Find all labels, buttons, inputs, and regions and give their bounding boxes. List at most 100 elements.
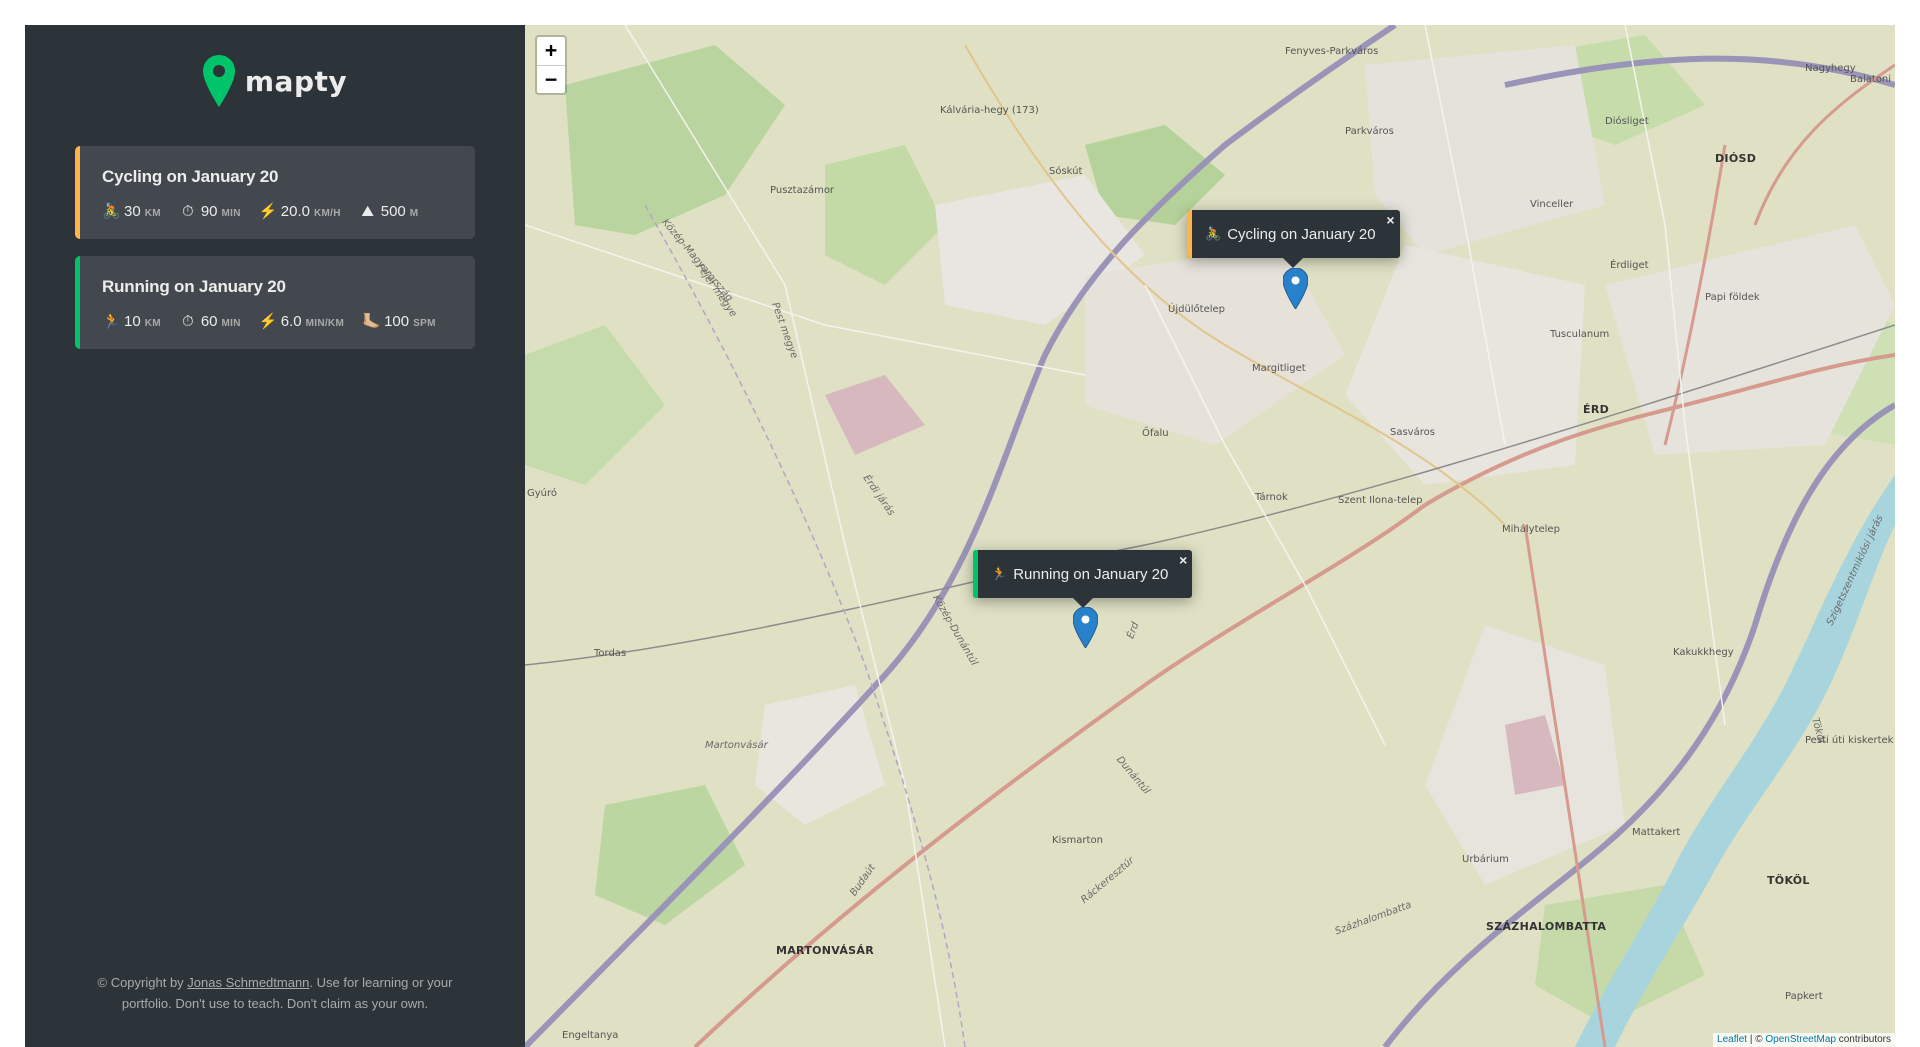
brand-name: mapty <box>244 64 348 98</box>
detail-unit: min/km <box>305 318 345 329</box>
detail-unit: km <box>144 318 161 329</box>
osm-link[interactable]: OpenStreetMap <box>1765 1034 1836 1045</box>
detail-unit: min <box>221 317 241 329</box>
detail-value: 90 <box>200 202 218 220</box>
map-tiles <box>525 25 1895 1047</box>
close-icon[interactable]: × <box>1386 212 1394 228</box>
lightning-icon: ⚡️ <box>258 203 278 220</box>
map-label: Sasváros <box>1390 427 1435 438</box>
detail-distance: 🏃 10 km <box>102 312 161 330</box>
map-label: Urbárium <box>1462 854 1509 865</box>
detail-distance: 🚴 30 km <box>102 202 161 220</box>
detail-value: 10 <box>124 313 141 330</box>
detail-value: 30 <box>124 203 141 220</box>
workout-card-running[interactable]: Running on January 20 🏃 10 km ⏱ 60 min ⚡… <box>75 256 475 349</box>
leaflet-link[interactable]: Leaflet <box>1717 1034 1747 1045</box>
map-label: Margitliget <box>1252 363 1306 374</box>
map-label: Pusztazámor <box>770 185 835 196</box>
map-pin-icon <box>202 55 235 107</box>
copyright: © Copyright by Jonas Schmedtmann. Use fo… <box>85 972 465 1014</box>
zoom-out-button[interactable]: − <box>537 65 565 93</box>
map-label: Martonvásár <box>705 740 768 751</box>
map-label: Parkváros <box>1345 126 1394 137</box>
popup-running[interactable]: 🏃 Running on January 20 × <box>973 550 1193 608</box>
detail-cadence: 🦶🏼 100 spm <box>362 312 436 330</box>
detail-duration: ⏱ 90 min <box>179 203 241 220</box>
map-label: Sóskút <box>1049 166 1083 177</box>
detail-unit: km/h <box>313 208 341 219</box>
map-attribution: Leaflet | © OpenStreetMap contributors <box>1713 1033 1895 1047</box>
popup-text: Cycling on January 20 <box>1227 225 1376 243</box>
author-link[interactable]: Jonas Schmedtmann <box>187 975 309 990</box>
workout-card-cycling[interactable]: Cycling on January 20 🚴 30 km ⏱ 90 min ⚡… <box>75 146 475 239</box>
map-label: ÉRD <box>1583 403 1610 416</box>
workout-list: Cycling on January 20 🚴 30 km ⏱ 90 min ⚡… <box>75 146 475 366</box>
map-label: Gyúró <box>527 488 558 499</box>
map-label: TÖKÖL <box>1767 874 1810 887</box>
map-label: Engeltanya <box>562 1030 619 1041</box>
zoom-control: + − <box>535 35 567 95</box>
map-label: Mattakert <box>1632 827 1681 838</box>
detail-value: 6.0 <box>280 313 302 330</box>
map-label: SZÁZHALOMBATTA <box>1486 920 1607 933</box>
attribution-separator: | © <box>1747 1034 1766 1045</box>
map-marker-icon[interactable] <box>1073 607 1098 648</box>
map-label: Őfalu <box>1142 428 1169 439</box>
logo: mapty <box>202 55 348 107</box>
mountain-icon: ⛰ <box>361 202 375 220</box>
map-label: Balatoni <box>1850 74 1892 85</box>
detail-unit: km <box>144 208 161 219</box>
zoom-in-button[interactable]: + <box>537 37 565 65</box>
detail-pace: ⚡️ 6.0 min/km <box>259 312 344 330</box>
runner-icon: 🏃 <box>102 313 121 330</box>
detail-unit: m <box>409 207 419 219</box>
popup-cycling[interactable]: 🚴 Cycling on January 20 × <box>1187 210 1400 268</box>
map-label: Kismarton <box>1052 835 1103 846</box>
detail-elevation: ⛰ 500 m <box>359 203 419 220</box>
workout-details: 🚴 30 km ⏱ 90 min ⚡️ 20.0 km/h <box>102 202 453 221</box>
map-label: Mihálytelep <box>1502 524 1560 535</box>
copyright-prefix: © Copyright by <box>97 975 188 990</box>
detail-value: 20.0 <box>280 203 310 220</box>
map-label: Papkert <box>1785 991 1823 1002</box>
map-label: Kálvária-hegy (173) <box>940 105 1039 116</box>
detail-speed: ⚡️ 20.0 km/h <box>259 202 341 220</box>
map-label: Pesti úti kiskertek <box>1805 735 1894 746</box>
workout-title: Running on January 20 <box>102 277 286 296</box>
popup-text: Running on January 20 <box>1013 565 1169 583</box>
map-label: Tusculanum <box>1550 329 1610 340</box>
map-label: Érdliget <box>1610 260 1649 271</box>
map-label: Tordas <box>594 648 627 659</box>
map-label: Fenyves-Parkváros <box>1285 46 1379 57</box>
workout-details: 🏃 10 km ⏱ 60 min ⚡️ 6.0 min/km <box>102 312 453 331</box>
cyclist-icon: 🚴 <box>1205 226 1222 241</box>
stopwatch-icon: ⏱ <box>181 202 194 220</box>
mapty-app: mapty Cycling on January 20 🚴 30 km ⏱ 90… <box>25 25 1895 1047</box>
runner-icon: 🏃 <box>991 566 1008 581</box>
map-label: Diósliget <box>1605 116 1649 127</box>
detail-value: 500 <box>380 202 406 220</box>
detail-unit: spm <box>413 318 436 329</box>
cyclist-icon: 🚴 <box>102 203 121 220</box>
attribution-suffix: contributors <box>1835 1034 1891 1045</box>
detail-unit: min <box>221 207 241 219</box>
workout-title: Cycling on January 20 <box>102 167 279 186</box>
foot-icon: 🦶🏼 <box>362 313 381 330</box>
map-label: Tárnok <box>1255 492 1288 503</box>
close-icon[interactable]: × <box>1179 552 1187 568</box>
map-label: Kakukkhegy <box>1673 647 1734 658</box>
map-label: Vinceller <box>1530 199 1574 210</box>
map-label: Nagyhegy <box>1805 63 1856 74</box>
map-label: DIÓSD <box>1715 152 1757 165</box>
sidebar: mapty Cycling on January 20 🚴 30 km ⏱ 90… <box>25 25 525 1047</box>
lightning-icon: ⚡️ <box>258 313 278 330</box>
map[interactable]: Kálvária-hegy (173) Sóskút Pusztazámor P… <box>525 25 1895 1047</box>
map-label: Szent Ilona-telep <box>1338 495 1423 506</box>
map-label: Újdülőtelep <box>1168 304 1226 315</box>
detail-duration: ⏱ 60 min <box>179 313 241 330</box>
detail-value: 60 <box>200 312 218 330</box>
stopwatch-icon: ⏱ <box>181 312 194 330</box>
map-label: MARTONVÁSÁR <box>776 944 874 957</box>
detail-value: 100 <box>384 313 410 330</box>
map-marker-icon[interactable] <box>1283 268 1308 309</box>
